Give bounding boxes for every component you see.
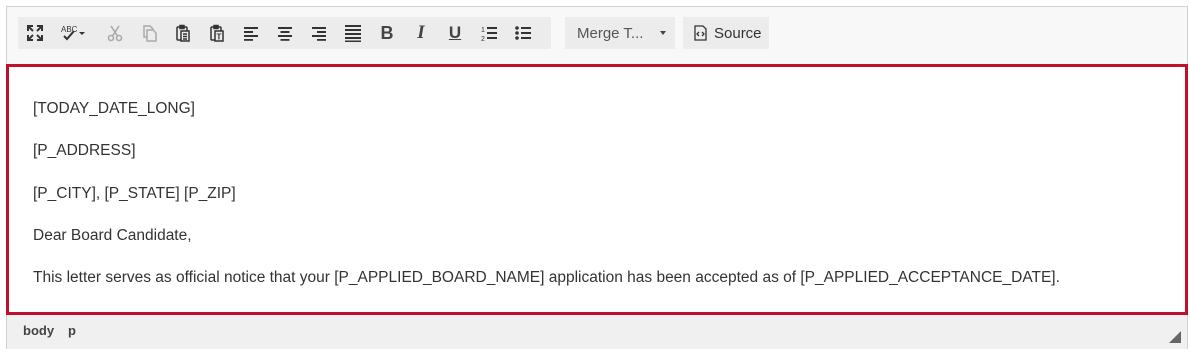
italic-icon: I [417,22,425,43]
merge-tags-dropdown[interactable]: Merge T... [565,17,675,49]
numbered-list-icon: 12 [481,27,497,42]
maximize-icon [27,25,43,41]
bulleted-list-button[interactable] [506,17,540,49]
underline-icon: U [448,23,462,42]
justify-icon [345,25,361,42]
content-line: [P_CITY], [P_STATE] [P_ZIP] [33,185,236,202]
align-center-icon [278,27,292,41]
toolbar-button-group: ABC T B I U 1 2 [18,17,551,49]
bulleted-list-icon [515,26,531,40]
rich-text-editor: ABC T B I U 1 2 Merge T... Source [TODAY… [6,6,1188,349]
svg-text:2: 2 [481,36,485,42]
paste-text-icon: T [210,24,224,42]
align-left-button[interactable] [234,17,268,49]
paste-text-button[interactable]: T [200,17,234,49]
content-line: [P_ADDRESS] [33,142,136,159]
align-center-button[interactable] [268,17,302,49]
maximize-button[interactable] [18,17,52,49]
svg-text:ABC: ABC [61,25,78,34]
editor-toolbar: ABC T B I U 1 2 Merge T... Source [7,7,1187,65]
element-path-bar: body p [7,315,1187,349]
bold-button[interactable]: B [370,17,404,49]
paste-icon [176,24,190,42]
editor-content-area[interactable]: [TODAY_DATE_LONG] [P_ADDRESS] [P_CITY], … [6,64,1188,315]
spellcheck-button[interactable]: ABC [52,17,94,49]
dropdown-arrow-icon [660,31,666,35]
path-item-body[interactable]: body [23,323,54,338]
cut-icon [107,25,123,42]
paste-button[interactable] [166,17,200,49]
align-right-icon [312,27,326,41]
copy-icon [143,25,157,42]
underline-button[interactable]: U [438,17,472,49]
merge-tags-label: Merge T... [577,24,644,42]
content-line: [TODAY_DATE_LONG] [33,100,195,117]
svg-text:T: T [217,33,222,42]
copy-button[interactable] [132,17,166,49]
source-label: Source [714,24,762,42]
content-line: This letter serves as official notice th… [33,269,1060,286]
italic-button[interactable]: I [404,17,438,49]
source-button[interactable]: Source [683,17,769,49]
path-item-p[interactable]: p [68,323,76,338]
align-left-icon [244,27,258,41]
cut-button[interactable] [98,17,132,49]
justify-button[interactable] [336,17,370,49]
source-icon [694,25,707,41]
bold-icon: B [380,22,394,43]
spellcheck-icon: ABC [61,25,85,41]
align-right-button[interactable] [302,17,336,49]
resize-handle[interactable] [1169,331,1181,343]
content-line: Dear Board Candidate, [33,227,192,244]
svg-text:1: 1 [481,27,485,34]
numbered-list-button[interactable]: 12 [472,17,506,49]
